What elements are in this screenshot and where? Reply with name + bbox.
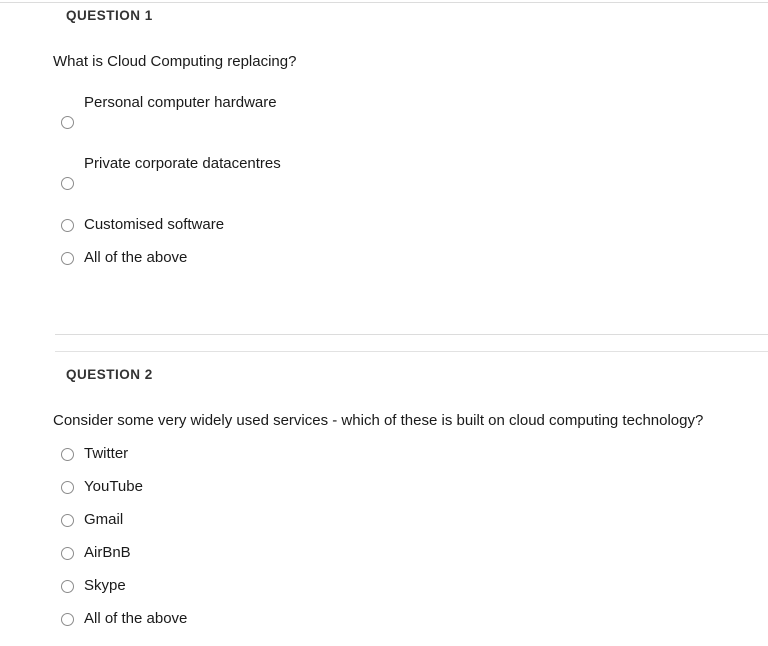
top-divider (0, 2, 768, 3)
answer-option[interactable]: Gmail (0, 510, 768, 543)
answer-option-label: All of the above (84, 610, 188, 627)
question-2-answers: Twitter YouTube Gmail AirBnB Skype All of the… (0, 444, 768, 642)
answer-option-label: AirBnB (84, 544, 131, 561)
radio-button-icon[interactable] (61, 116, 74, 129)
answer-option-label: Gmail (84, 511, 124, 528)
answer-option[interactable]: All of the above (0, 248, 768, 281)
radio-button-icon[interactable] (61, 547, 74, 560)
answer-option-label: All of the above (84, 249, 188, 266)
question-block-1: QUESTION 1 What is Cloud Computing repla… (0, 6, 768, 281)
answer-option[interactable]: YouTube (0, 477, 768, 510)
radio-button-icon[interactable] (61, 252, 74, 265)
answer-option-label: Personal computer hardware (84, 94, 277, 111)
radio-button-icon[interactable] (61, 177, 74, 190)
question-1-answers: Personal computer hardware Private corpor… (0, 93, 768, 281)
answer-option[interactable]: AirBnB (0, 543, 768, 576)
question-block-2: QUESTION 2 Consider some very widely use… (0, 365, 768, 642)
answer-option-label: Twitter (84, 445, 129, 462)
answer-option-label: YouTube (84, 478, 143, 495)
answer-option[interactable]: Customised software (0, 215, 768, 248)
question-2-text: Consider some very widely used services … (53, 412, 704, 429)
answer-option[interactable]: Twitter (0, 444, 768, 477)
answer-option[interactable]: Private corporate datacentres (0, 154, 768, 215)
answer-option-label: Private corporate datacentres (84, 155, 281, 172)
answer-option[interactable]: Skype (0, 576, 768, 609)
section-divider-outer (55, 351, 768, 352)
question-1-heading: QUESTION 1 (66, 8, 153, 23)
answer-option[interactable]: All of the above (0, 609, 768, 642)
radio-button-icon[interactable] (61, 580, 74, 593)
radio-button-icon[interactable] (61, 219, 74, 232)
radio-button-icon[interactable] (61, 448, 74, 461)
answer-option-label: Skype (84, 577, 126, 594)
answer-option[interactable]: Personal computer hardware (0, 93, 768, 154)
question-2-heading: QUESTION 2 (66, 367, 153, 382)
answer-option-label: Customised software (84, 216, 225, 233)
quiz-page: QUESTION 1 What is Cloud Computing repla… (0, 0, 768, 646)
question-1-text: What is Cloud Computing replacing? (53, 53, 297, 70)
section-divider-inner (55, 334, 768, 335)
radio-button-icon[interactable] (61, 613, 74, 626)
radio-button-icon[interactable] (61, 514, 74, 527)
radio-button-icon[interactable] (61, 481, 74, 494)
